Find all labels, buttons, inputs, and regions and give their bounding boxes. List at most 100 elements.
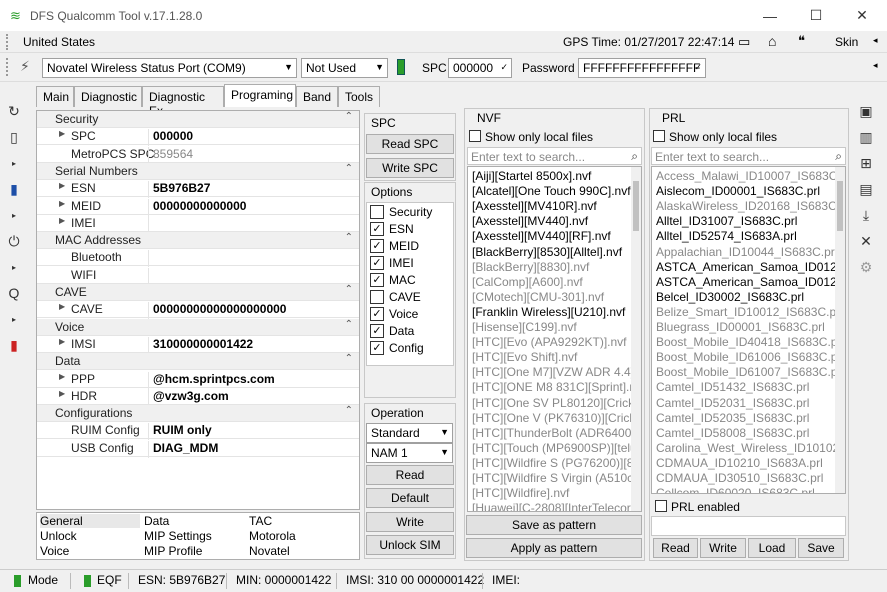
category-item[interactable]: Motorola	[249, 529, 296, 543]
property-row[interactable]: MetroPCS SPC 859564	[37, 146, 359, 164]
expand-icon[interactable]: ▶	[59, 389, 65, 398]
list-item[interactable]: Camtel_ID58008_IS683C.prl	[656, 426, 809, 440]
list-item[interactable]: [Huawei][C-2808][InterTelecor	[472, 501, 631, 511]
list-item[interactable]: [HTC][One M7][VZW ADR 4.4]	[472, 365, 634, 379]
tab-band[interactable]: Band	[296, 86, 338, 107]
scrollbar[interactable]	[631, 167, 641, 511]
list-item[interactable]: [Axesstel][MV440][RF].nvf	[472, 229, 611, 243]
property-row[interactable]: ▶ MEID 00000000000000	[37, 198, 359, 216]
red-device-icon[interactable]: ▮	[3, 334, 25, 356]
list-item[interactable]: [HTC][Evo (APA9292KT)].nvf	[472, 335, 627, 349]
skin-menu[interactable]: Skin	[835, 35, 858, 49]
mode-select[interactable]: Not Used ▼	[301, 58, 388, 78]
list-item[interactable]: ASTCA_American_Samoa_ID01234	[656, 275, 845, 289]
list-item[interactable]: Access_Malawi_ID10007_IS683C.p	[656, 169, 845, 183]
list-item[interactable]: Appalachian_ID10044_IS683C.prl	[656, 245, 837, 259]
list-item[interactable]: Alltel_ID31007_IS683C.prl	[656, 214, 797, 228]
option-checkbox[interactable]	[370, 290, 384, 304]
list-item[interactable]: [Hisense][C199].nvf	[472, 320, 577, 334]
chevron-icon[interactable]: ◂	[873, 60, 878, 71]
list-item[interactable]: [HTC][Wildfire].nvf	[472, 486, 569, 500]
list-item[interactable]: Carolina_West_Wireless_ID10102_	[656, 441, 845, 455]
list-item[interactable]: Alltel_ID52574_IS683A.prl	[656, 229, 797, 243]
power-icon[interactable]: ⏻	[3, 230, 25, 252]
image-icon[interactable]: ▣	[855, 100, 877, 122]
property-category[interactable]: Serial Numbers ⌃	[37, 162, 359, 180]
read-button[interactable]: Read	[366, 465, 454, 485]
expand-icon[interactable]: ▸	[3, 256, 25, 278]
property-category[interactable]: Configurations ⌃	[37, 405, 359, 423]
list-item[interactable]: CDMAUA_ID30510_IS683C.prl	[656, 471, 823, 485]
scroll-thumb[interactable]	[837, 181, 843, 231]
read-spc-button[interactable]: Read SPC	[366, 134, 454, 154]
list-item[interactable]: AlaskaWireless_ID20168_IS683C.p	[656, 199, 845, 213]
prl-load-button[interactable]: Load	[748, 538, 796, 558]
collapse-icon[interactable]: ⌃	[345, 284, 353, 295]
category-item[interactable]: MIP Profile	[144, 544, 202, 558]
property-value[interactable]: 5B976B27	[148, 181, 358, 199]
category-item[interactable]: TAC	[249, 514, 272, 528]
list-item[interactable]: Boost_Mobile_ID40418_IS683C.prl	[656, 335, 844, 349]
tab-diagnostic-ex[interactable]: Diagnostic Ex	[142, 86, 224, 118]
property-row[interactable]: ▶ CAVE 00000000000000000000	[37, 301, 359, 320]
option-checkbox[interactable]: ✓	[370, 273, 384, 287]
prl-path-field[interactable]	[651, 516, 846, 536]
collapse-icon[interactable]: ⌃	[345, 232, 353, 243]
expand-icon[interactable]: ▶	[59, 199, 65, 208]
collapse-icon[interactable]: ⌃	[345, 163, 353, 174]
property-value[interactable]: 00000000000000000000	[148, 302, 358, 320]
property-row[interactable]: ▶ ESN 5B976B27	[37, 180, 359, 199]
phone-icon[interactable]: ▯	[3, 126, 25, 148]
collapse-icon[interactable]: ⌃	[345, 111, 353, 122]
spc-input[interactable]: 000000 ✓	[448, 58, 512, 78]
save-as-pattern-button[interactable]: Save as pattern	[466, 515, 642, 535]
expand-icon[interactable]: ▶	[59, 372, 65, 381]
minimize-button[interactable]: —	[747, 0, 793, 31]
settings-icon[interactable]: ⚙	[855, 256, 877, 278]
expand-icon[interactable]: ▶	[59, 337, 65, 346]
option-checkbox[interactable]: ✓	[370, 222, 384, 236]
tab-tools[interactable]: Tools	[338, 86, 380, 107]
property-category[interactable]: Security ⌃	[37, 111, 359, 128]
list-item[interactable]: ASTCA_American_Samoa_ID01234	[656, 260, 845, 274]
prl-read-button[interactable]: Read	[653, 538, 698, 558]
home-icon[interactable]: ⌂	[768, 33, 776, 49]
chat-icon[interactable]: ❝	[798, 33, 805, 49]
expand-icon[interactable]: ▸	[3, 308, 25, 330]
close-button[interactable]: ✕	[839, 0, 885, 31]
collapse-icon[interactable]: ⌃	[345, 353, 353, 364]
maximize-button[interactable]: ☐	[793, 0, 839, 31]
tools-icon[interactable]: ✕	[855, 230, 877, 252]
port-select[interactable]: Novatel Wireless Status Port (COM9) ▼	[42, 58, 297, 78]
write-button[interactable]: Write	[366, 512, 454, 532]
prl-search-input[interactable]: Enter text to search... ⌕	[651, 147, 846, 165]
scrollbar[interactable]	[835, 167, 845, 493]
property-value[interactable]: @hcm.sprintpcs.com	[148, 371, 358, 389]
message-icon[interactable]: ▭	[738, 34, 750, 50]
list-item[interactable]: [HTC][One V (PK76310)][Cricke	[472, 411, 641, 425]
property-row[interactable]: Bluetooth	[37, 249, 359, 268]
category-item[interactable]: General	[40, 514, 140, 528]
category-item[interactable]: Novatel	[249, 544, 290, 558]
nvf-local-checkbox[interactable]	[469, 130, 481, 142]
prl-enabled-checkbox[interactable]	[655, 500, 667, 512]
property-category[interactable]: MAC Addresses ⌃	[37, 232, 359, 250]
option-checkbox[interactable]: ✓	[370, 256, 384, 270]
collapse-icon[interactable]: ⌃	[345, 405, 353, 416]
expand-icon[interactable]: ▸	[3, 152, 25, 174]
nvf-list[interactable]: [Aiji][Startel 8500x].nvf [Alcatel][One T…	[467, 166, 642, 512]
property-category[interactable]: Voice ⌃	[37, 318, 359, 336]
unlock-sim-button[interactable]: Unlock SIM	[366, 535, 454, 555]
property-value[interactable]: 310000000001422	[148, 336, 358, 354]
option-checkbox[interactable]: ✓	[370, 239, 384, 253]
list-item[interactable]: [HTC][ONE M8 831C][Sprint].n	[472, 380, 636, 394]
tab-diagnostic[interactable]: Diagnostic	[74, 86, 142, 107]
expand-icon[interactable]: ▸	[3, 204, 25, 226]
device-icon[interactable]: ▮	[3, 178, 25, 200]
list-item[interactable]: [BlackBerry][8530][Alltel].nvf	[472, 245, 622, 259]
list-item[interactable]: [HTC][Wildfire S Virgin (A510c)]	[472, 471, 641, 485]
expand-icon[interactable]: ▶	[59, 302, 65, 311]
expand-icon[interactable]: ▶	[59, 216, 65, 225]
layout-icon[interactable]: ⊞	[855, 152, 877, 174]
list-item[interactable]: Cellcom_ID60020_IS683C.prl	[656, 486, 815, 493]
